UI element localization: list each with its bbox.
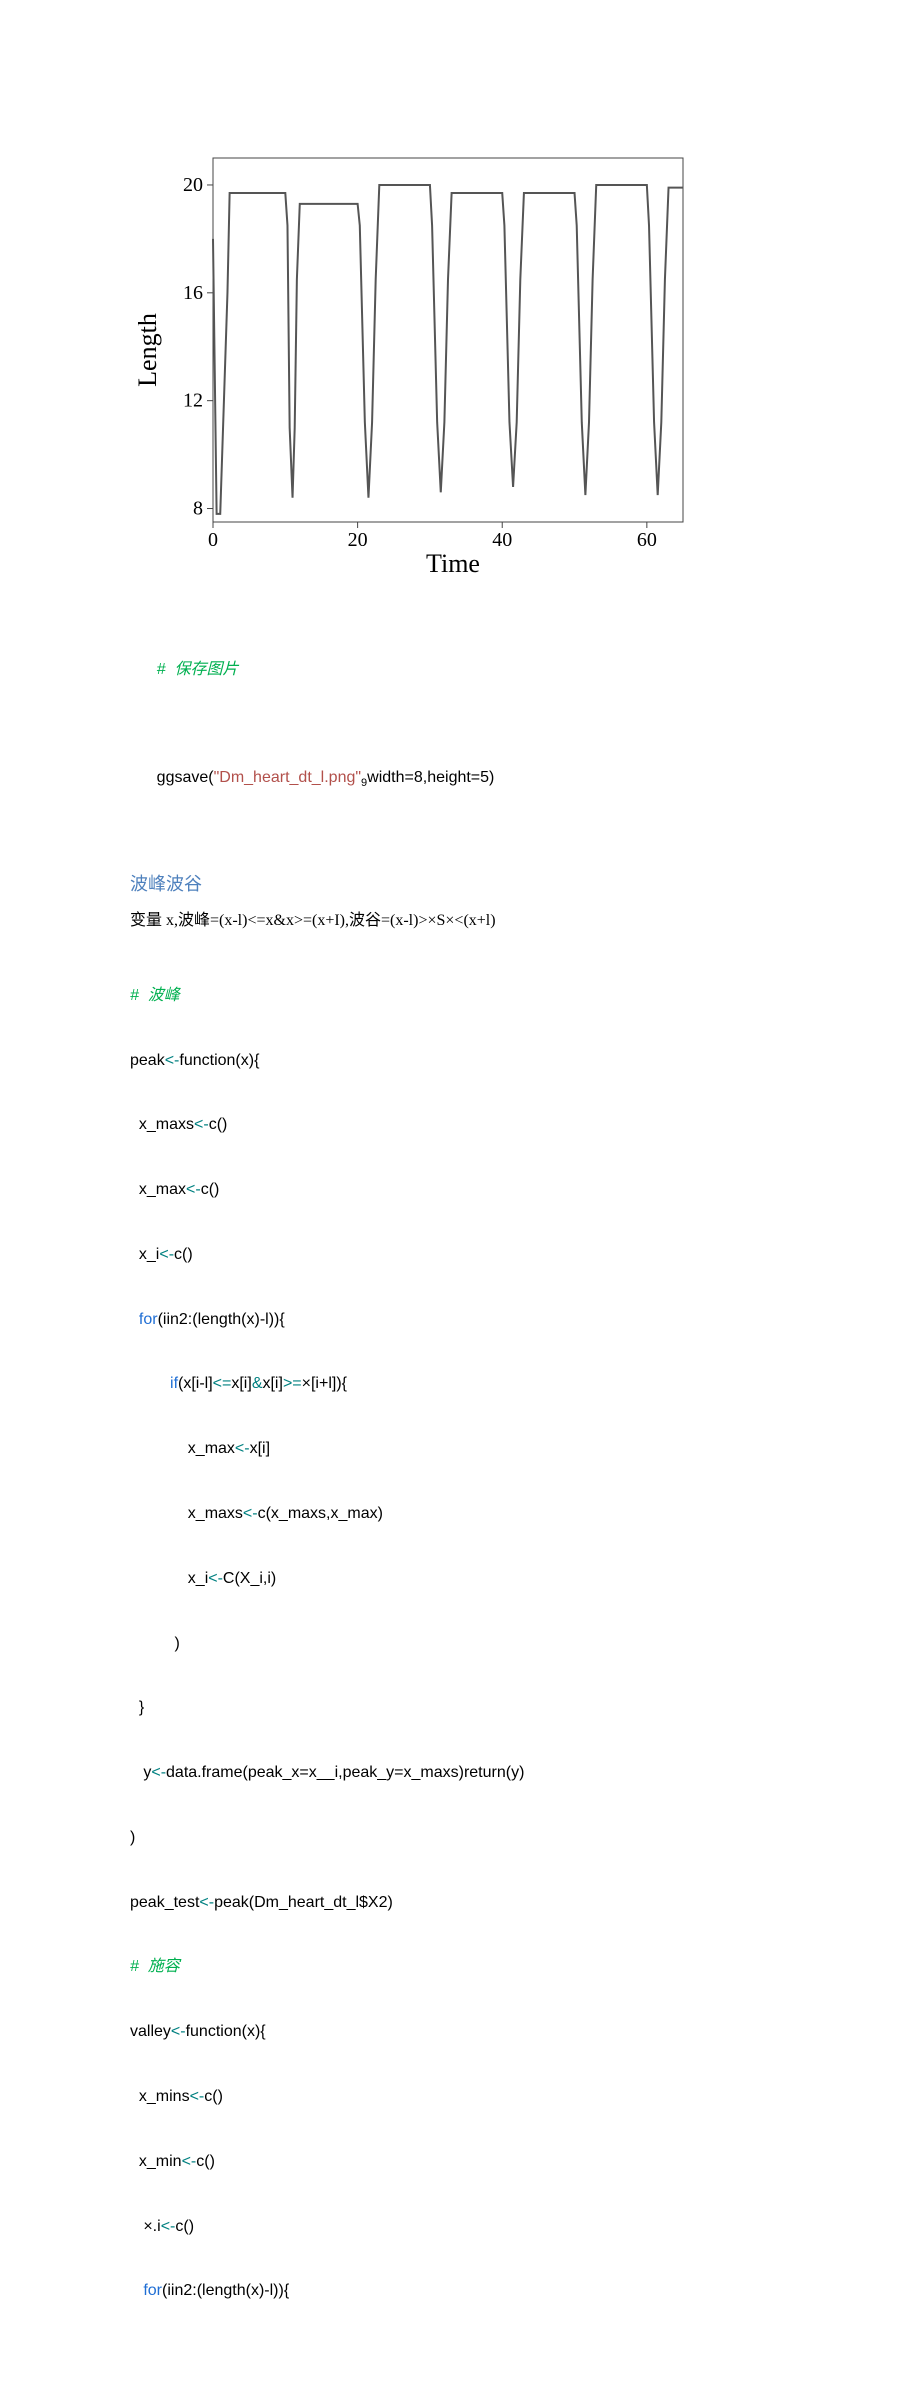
svg-text:60: 60	[637, 529, 657, 551]
svg-text:40: 40	[492, 529, 512, 551]
comment-save-image: # 保存图片	[157, 661, 239, 678]
peak-function-code: # 波峰 peak<-function(x){ x_maxs<-c() x_ma…	[130, 942, 790, 2346]
ggsave-call: ggsave("Dm_heart_dt_l.png"9width=8,heigh…	[130, 745, 790, 812]
svg-text:8: 8	[193, 498, 203, 520]
definition-text: 变量 x,波峰=(x-l)<=x&x>=(x+I),波谷=(x-l)>×S×<(…	[130, 906, 790, 930]
svg-text:12: 12	[183, 390, 203, 412]
svg-text:0: 0	[208, 529, 218, 551]
svg-text:16: 16	[183, 282, 203, 304]
length-vs-time-chart: 8 12 16 20 0 20 40 60 Time Length	[138, 140, 698, 580]
section-heading-peak-valley: 波峰波谷	[130, 870, 790, 896]
comment-peak: # 波峰	[130, 987, 180, 1004]
svg-text:20: 20	[348, 529, 368, 551]
comment-valley: # 施容	[130, 1958, 180, 1975]
y-axis-title: Length	[138, 313, 162, 387]
svg-text:20: 20	[183, 174, 203, 196]
x-axis-title: Time	[426, 549, 480, 578]
